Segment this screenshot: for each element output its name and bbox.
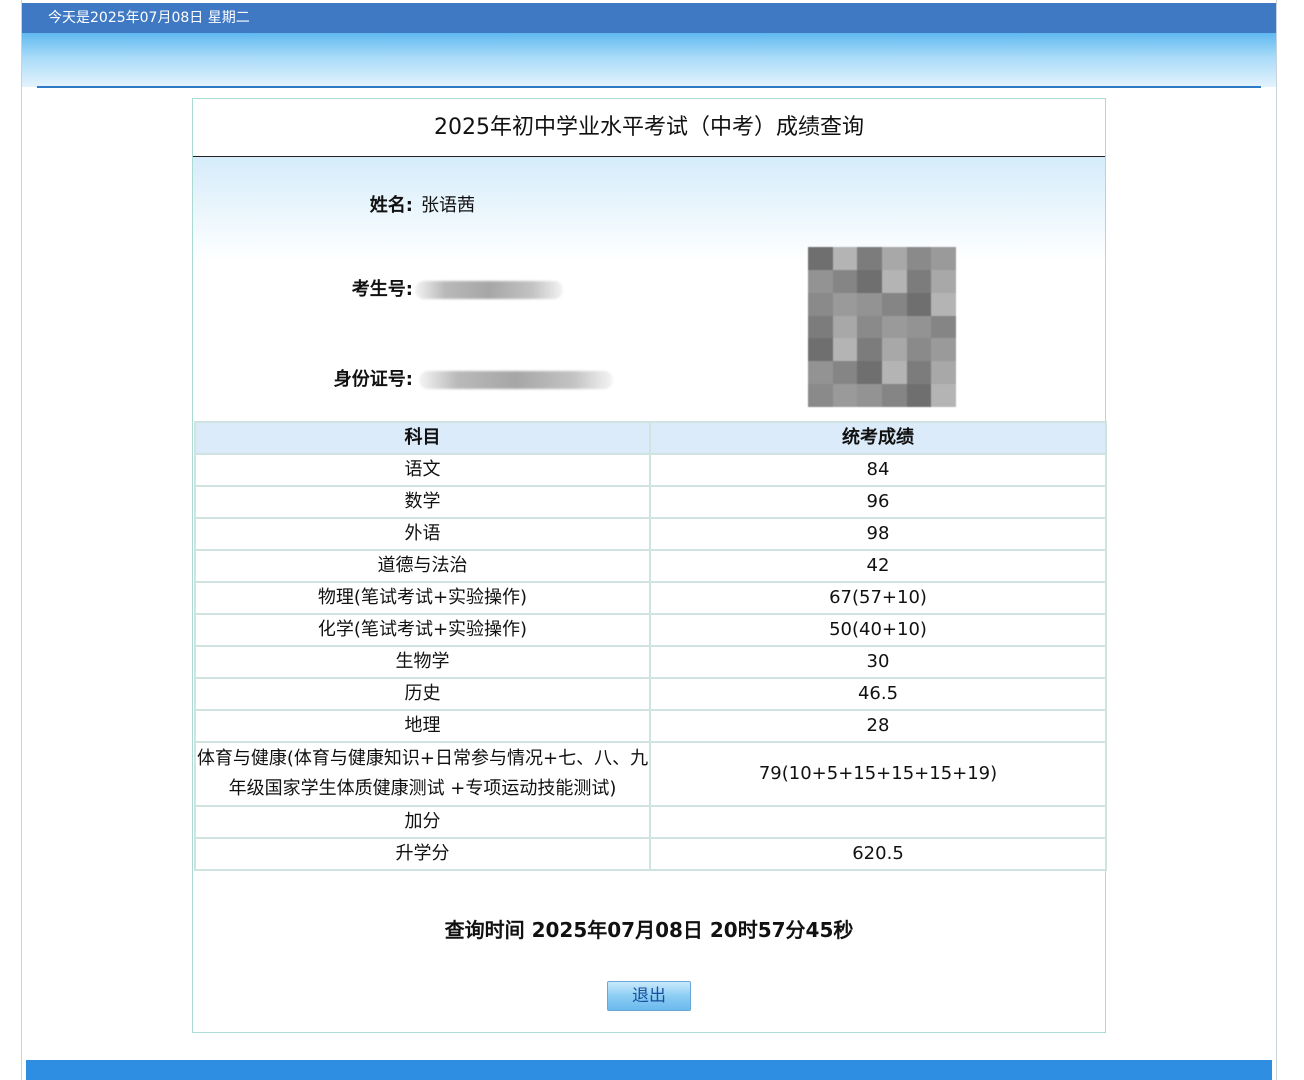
score-cell: 50(40+10) [649,613,1107,647]
subject-cell: 地理 [194,709,651,743]
exam-number-label: 考生号: [351,279,413,300]
score-cell [649,805,1107,839]
table-row: 地理 28 [194,709,1107,743]
subject-cell: 语文 [194,453,651,487]
score-cell: 30 [649,645,1107,679]
subject-cell: 物理(笔试考试+实验操作) [194,581,651,615]
table-row: 物理(笔试考试+实验操作) 67(57+10) [194,581,1107,615]
score-cell: 28 [649,709,1107,743]
table-row: 体育与健康(体育与健康知识+日常参与情况+七、八、九年级国家学生体质健康测试 +… [194,741,1107,807]
query-time-text: 查询时间 2025年07月08日 20时57分45秒 [444,918,854,942]
score-cell: 98 [649,517,1107,551]
table-row: 历史 46.5 [194,677,1107,711]
table-row: 语文 84 [194,453,1107,487]
score-cell: 67(57+10) [649,581,1107,615]
score-table: 科目 统考成绩 语文 84 数学 96 外语 98 道德与法治 42 物理(笔试考试+实… [194,421,1107,871]
subject-cell: 化学(笔试考试+实验操作) [194,613,651,647]
table-row: 升学分 620.5 [194,837,1107,871]
exam-number-redacted [415,281,563,299]
score-cell: 620.5 [649,837,1107,871]
subject-cell: 生物学 [194,645,651,679]
id-number-label: 身份证号: [333,369,413,390]
table-header-row: 科目 统考成绩 [194,421,1107,455]
subject-cell: 道德与法治 [194,549,651,583]
id-number-redacted [419,371,613,389]
exit-button[interactable]: 退出 [607,981,691,1011]
header-divider [37,86,1261,88]
subject-cell: 数学 [194,485,651,519]
subject-cell: 外语 [194,517,651,551]
column-header-score: 统考成绩 [649,421,1107,455]
page-title: 2025年初中学业水平考试（中考）成绩查询 [193,99,1105,157]
name-label: 姓名: [369,195,413,216]
score-cell: 46.5 [649,677,1107,711]
subject-cell: 体育与健康(体育与健康知识+日常参与情况+七、八、九年级国家学生体质健康测试 +… [194,741,651,807]
score-cell: 96 [649,485,1107,519]
score-cell: 42 [649,549,1107,583]
header-banner [22,33,1276,87]
table-row: 道德与法治 42 [194,549,1107,583]
score-panel: 2025年初中学业水平考试（中考）成绩查询 姓名: 张语茜 考生号: 身份证号:… [192,98,1107,1033]
score-cell: 79(10+5+15+15+15+19) [649,741,1107,807]
table-row: 数学 96 [194,485,1107,519]
table-row: 化学(笔试考试+实验操作) 50(40+10) [194,613,1107,647]
score-cell: 84 [649,453,1107,487]
name-value: 张语茜 [421,195,475,216]
subject-cell: 升学分 [194,837,651,871]
footer-bar [26,1060,1272,1080]
subject-cell: 历史 [194,677,651,711]
top-bar: 今天是2025年07月08日 星期二 [22,3,1276,33]
column-header-subject: 科目 [194,421,651,455]
student-photo-redacted [808,247,956,407]
student-info-section: 姓名: 张语茜 考生号: 身份证号: [193,157,1105,419]
table-row: 外语 98 [194,517,1107,551]
table-row: 生物学 30 [194,645,1107,679]
subject-cell: 加分 [194,805,651,839]
current-date-text: 今天是2025年07月08日 星期二 [48,10,250,26]
table-row: 加分 [194,805,1107,839]
